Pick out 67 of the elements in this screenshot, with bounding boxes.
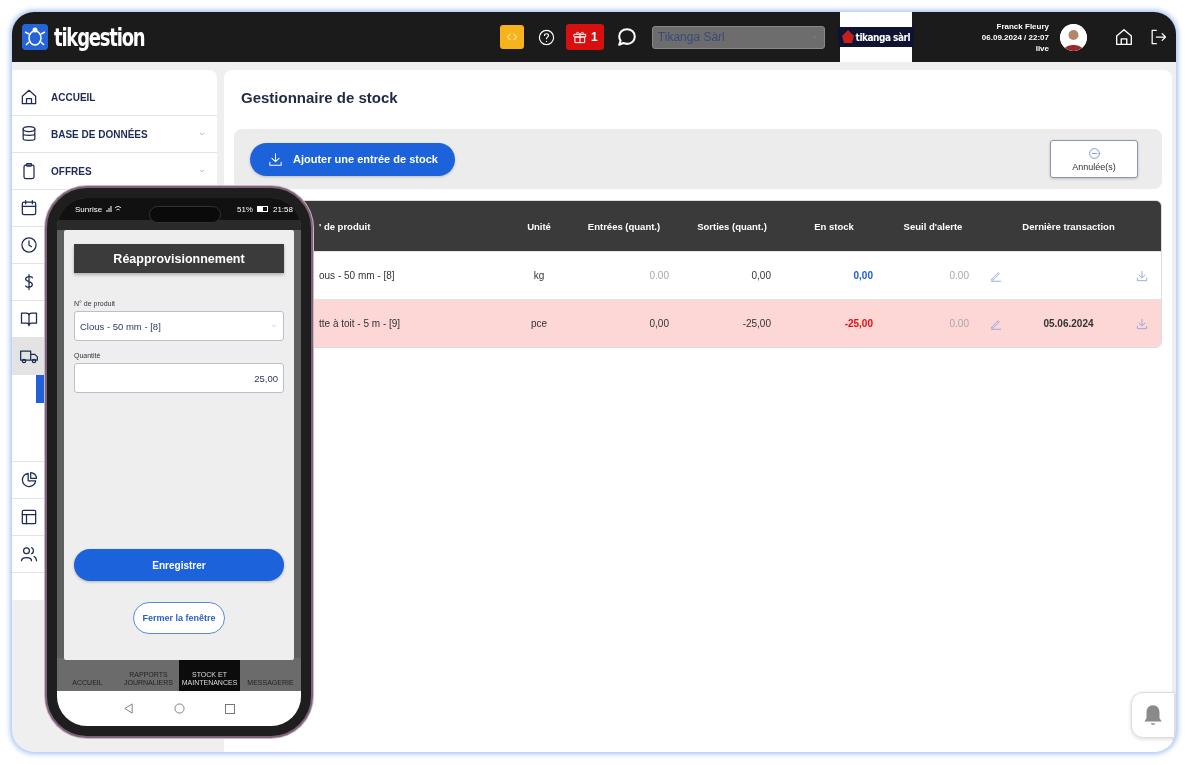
session-datetime: 06.09.2024 / 22:07 (981, 31, 1049, 43)
table-cell-text: pce (529, 318, 549, 329)
sidebar-item[interactable]: BASE DE DONNÉES (12, 116, 217, 153)
cancelled-filter-button[interactable]: Annulée(s) (1050, 140, 1138, 178)
avatar[interactable] (1060, 23, 1087, 51)
home-circle-icon[interactable] (174, 703, 185, 714)
menu-icon (19, 198, 39, 218)
column-header: Seuil d'alerte (902, 220, 964, 232)
table-cell-text: 0,00 (750, 270, 772, 281)
table-cell-text: -25,00 (741, 318, 772, 329)
product-select[interactable]: Clous - 50 mm - [8] (74, 311, 284, 341)
table-cell-text: 0.00 (948, 270, 970, 281)
menu-icon (19, 544, 39, 564)
sidebar-item[interactable]: ACCUEIL (12, 79, 217, 116)
column-header: Entrées (quant.) (586, 220, 662, 232)
table-cell-text: 05.06.2024 (1042, 318, 1095, 329)
download-icon (1135, 316, 1149, 331)
save-button[interactable]: Enregistrer (74, 549, 284, 581)
clock-time: 21:58 (272, 204, 293, 214)
column-header: Sorties (quant.) (696, 220, 768, 232)
notifications-button[interactable] (1131, 692, 1175, 738)
menu-icon (19, 235, 39, 255)
battery-level: 51% (236, 204, 253, 214)
table-cell-text: tte à toit - 5 m - [9] (319, 318, 402, 329)
code-toggle-button[interactable] (499, 25, 524, 49)
download-icon (1135, 268, 1149, 283)
gift-button[interactable]: 1 (565, 24, 604, 50)
add-stock-entry-button[interactable]: Ajouter une entrée de stock (250, 142, 455, 176)
column-header: Unité (526, 220, 552, 232)
page-title: Gestionnaire de stock (241, 89, 399, 108)
active-submenu-indicator (36, 375, 44, 403)
table-cell-text: -25,00 (843, 318, 874, 329)
menu-icon (19, 507, 39, 527)
recent-apps-icon[interactable] (225, 703, 235, 714)
table-cell-text: ous - 50 mm - [8] (319, 270, 396, 281)
user-name: Franck Fleury (996, 20, 1049, 32)
home-icon (1113, 26, 1135, 48)
chat-icon (615, 26, 638, 48)
table-cell-text: 0.00 (948, 318, 970, 329)
column-header: Dernière transaction (1021, 220, 1116, 232)
chat-button[interactable] (615, 26, 638, 48)
home-button[interactable] (1113, 26, 1135, 48)
battery-icon (256, 206, 269, 212)
menu-icon (19, 87, 39, 107)
table-cell-text: 0,00 (852, 270, 874, 281)
company-logo: tikanga sàrl (837, 27, 915, 47)
app-logo-icon (22, 24, 48, 50)
back-icon[interactable] (123, 703, 134, 714)
help-button[interactable] (536, 27, 556, 47)
quantity-field[interactable]: 25,00 (74, 363, 284, 393)
gift-icon (572, 29, 588, 45)
table-cell-text: kg (532, 270, 546, 281)
download-icon (267, 150, 284, 168)
modal-title: Réapprovisionnement (74, 244, 284, 273)
column-header: ' de produit (319, 220, 372, 232)
chevron-icon (270, 322, 278, 330)
code-icon (504, 30, 519, 44)
menu-icon (19, 470, 39, 490)
environment-label: live (1035, 42, 1049, 54)
app-name: tikgestion (54, 22, 145, 52)
close-window-button[interactable]: Fermer la fenêtre (133, 602, 225, 634)
table-cell-text: 0,00 (648, 318, 670, 329)
minus-circle-icon (1087, 146, 1101, 160)
table-cell-text: 0.00 (648, 270, 670, 281)
carrier-label: Sunrise (75, 204, 103, 214)
column-header: En stock (813, 220, 855, 232)
help-icon (536, 27, 556, 47)
